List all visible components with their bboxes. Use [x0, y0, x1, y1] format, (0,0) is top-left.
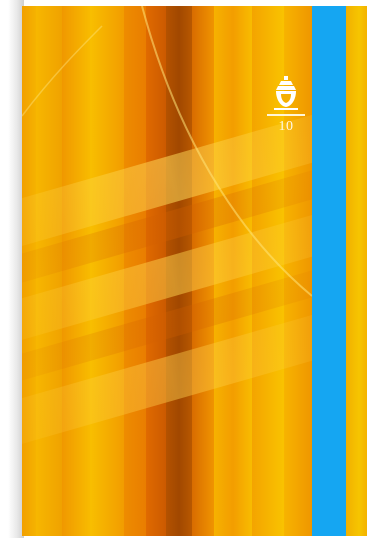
page-canvas: 10 — [0, 0, 367, 538]
page-number: 10 — [278, 119, 294, 134]
crown-bell-icon — [274, 76, 298, 110]
book-cover: 10 — [22, 6, 367, 536]
cover-emblem: 10 — [265, 76, 307, 156]
blue-stripe — [312, 6, 346, 536]
emblem-rule — [267, 114, 305, 116]
cover-right-edge — [346, 6, 367, 536]
